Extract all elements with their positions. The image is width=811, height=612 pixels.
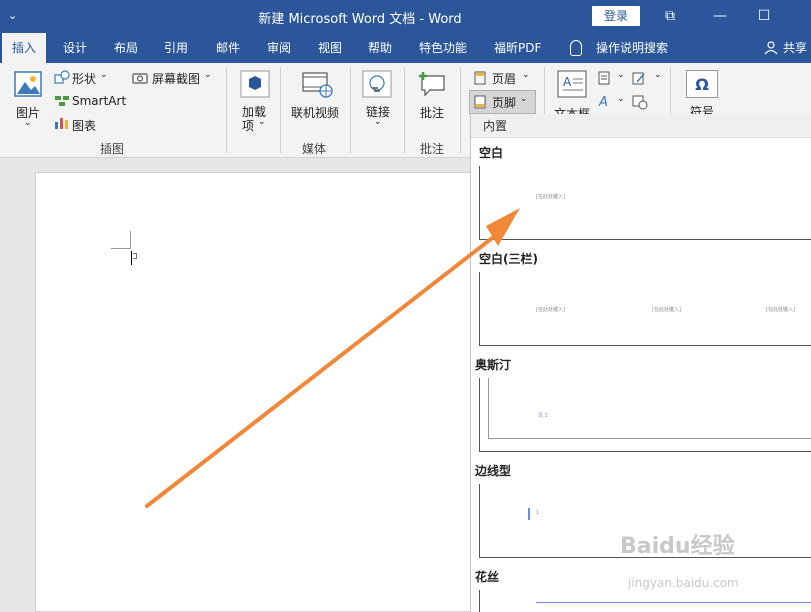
baidu-watermark-logo: Baidu经验 — [620, 534, 735, 559]
annotation-arrow-icon — [145, 208, 520, 508]
baidu-watermark-url: jingyan.baidu.com — [628, 576, 739, 590]
